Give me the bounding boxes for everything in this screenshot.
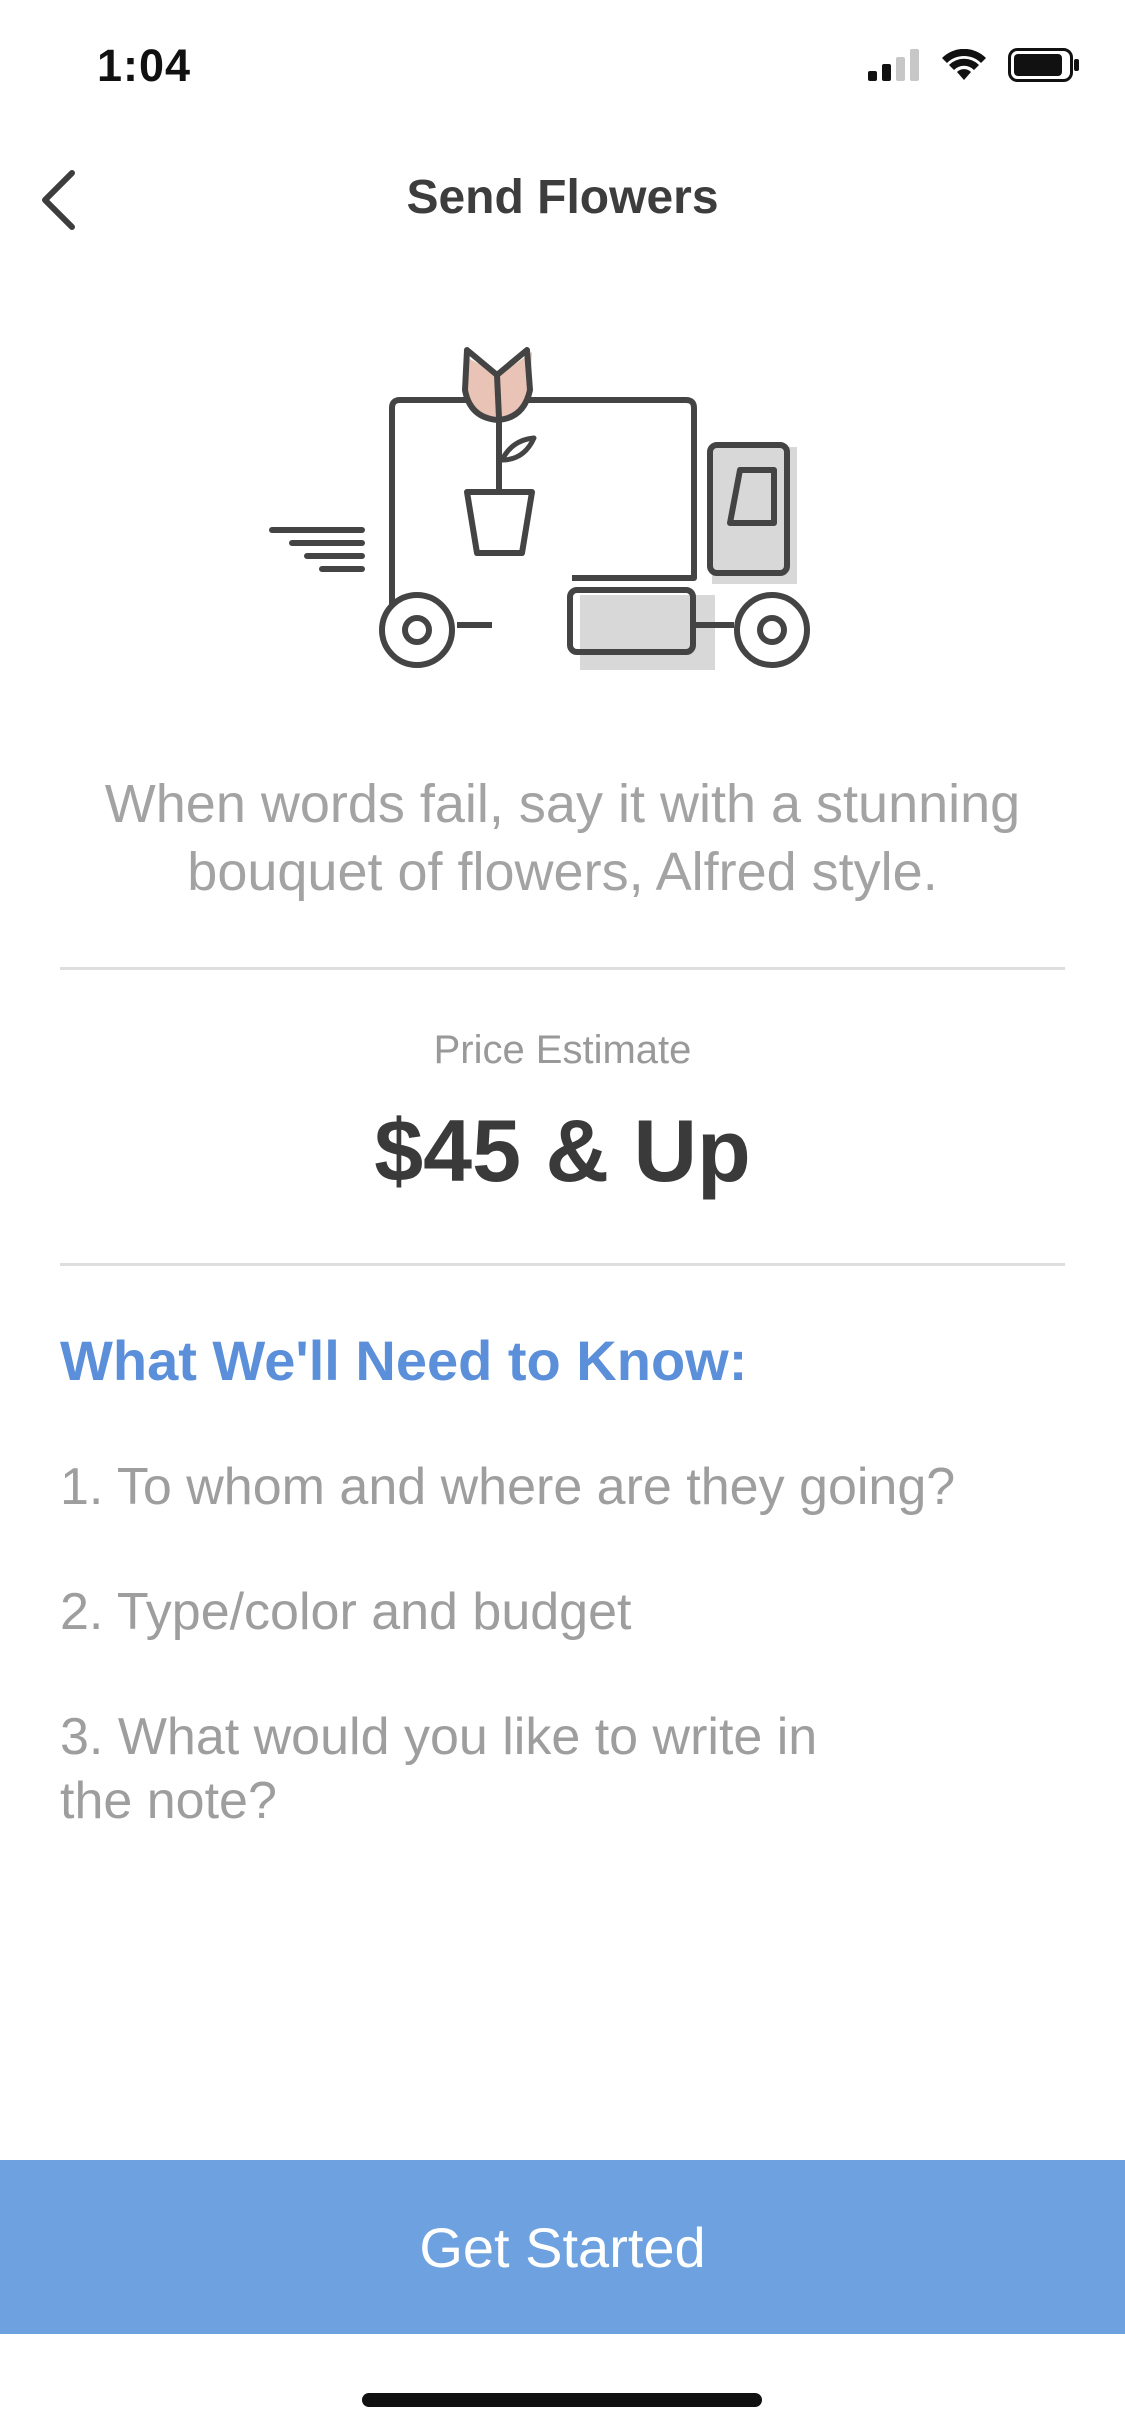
get-started-button[interactable]: Get Started (0, 2160, 1125, 2334)
page-title: Send Flowers (406, 171, 719, 224)
cellular-signal-icon (868, 49, 919, 81)
status-icons (868, 48, 1080, 82)
status-bar: 1:04 (0, 0, 1125, 135)
tagline: When words fail, say it with a stunning … (104, 774, 1021, 902)
requirements-list: 1. To whom and where are they going? 2. … (60, 1455, 1000, 1894)
divider-bottom (60, 1263, 1065, 1266)
divider-top (60, 967, 1065, 970)
nav-bar: Send Flowers (0, 140, 1125, 260)
price-estimate-label: Price Estimate (433, 1028, 692, 1072)
home-indicator[interactable] (362, 2393, 762, 2407)
price-estimate-value: $45 & Up (374, 1101, 751, 1200)
status-time: 1:04 (97, 40, 192, 91)
requirement-item: 1. To whom and where are they going? (60, 1458, 956, 1516)
flower-delivery-truck-icon (262, 330, 862, 690)
requirement-item: 2. Type/color and budget (60, 1583, 632, 1641)
requirement-item: 3. What would you like to write in the n… (60, 1708, 818, 1830)
battery-icon (1008, 48, 1079, 82)
requirements-heading: What We'll Need to Know: (60, 1329, 748, 1392)
wifi-icon (942, 49, 986, 80)
